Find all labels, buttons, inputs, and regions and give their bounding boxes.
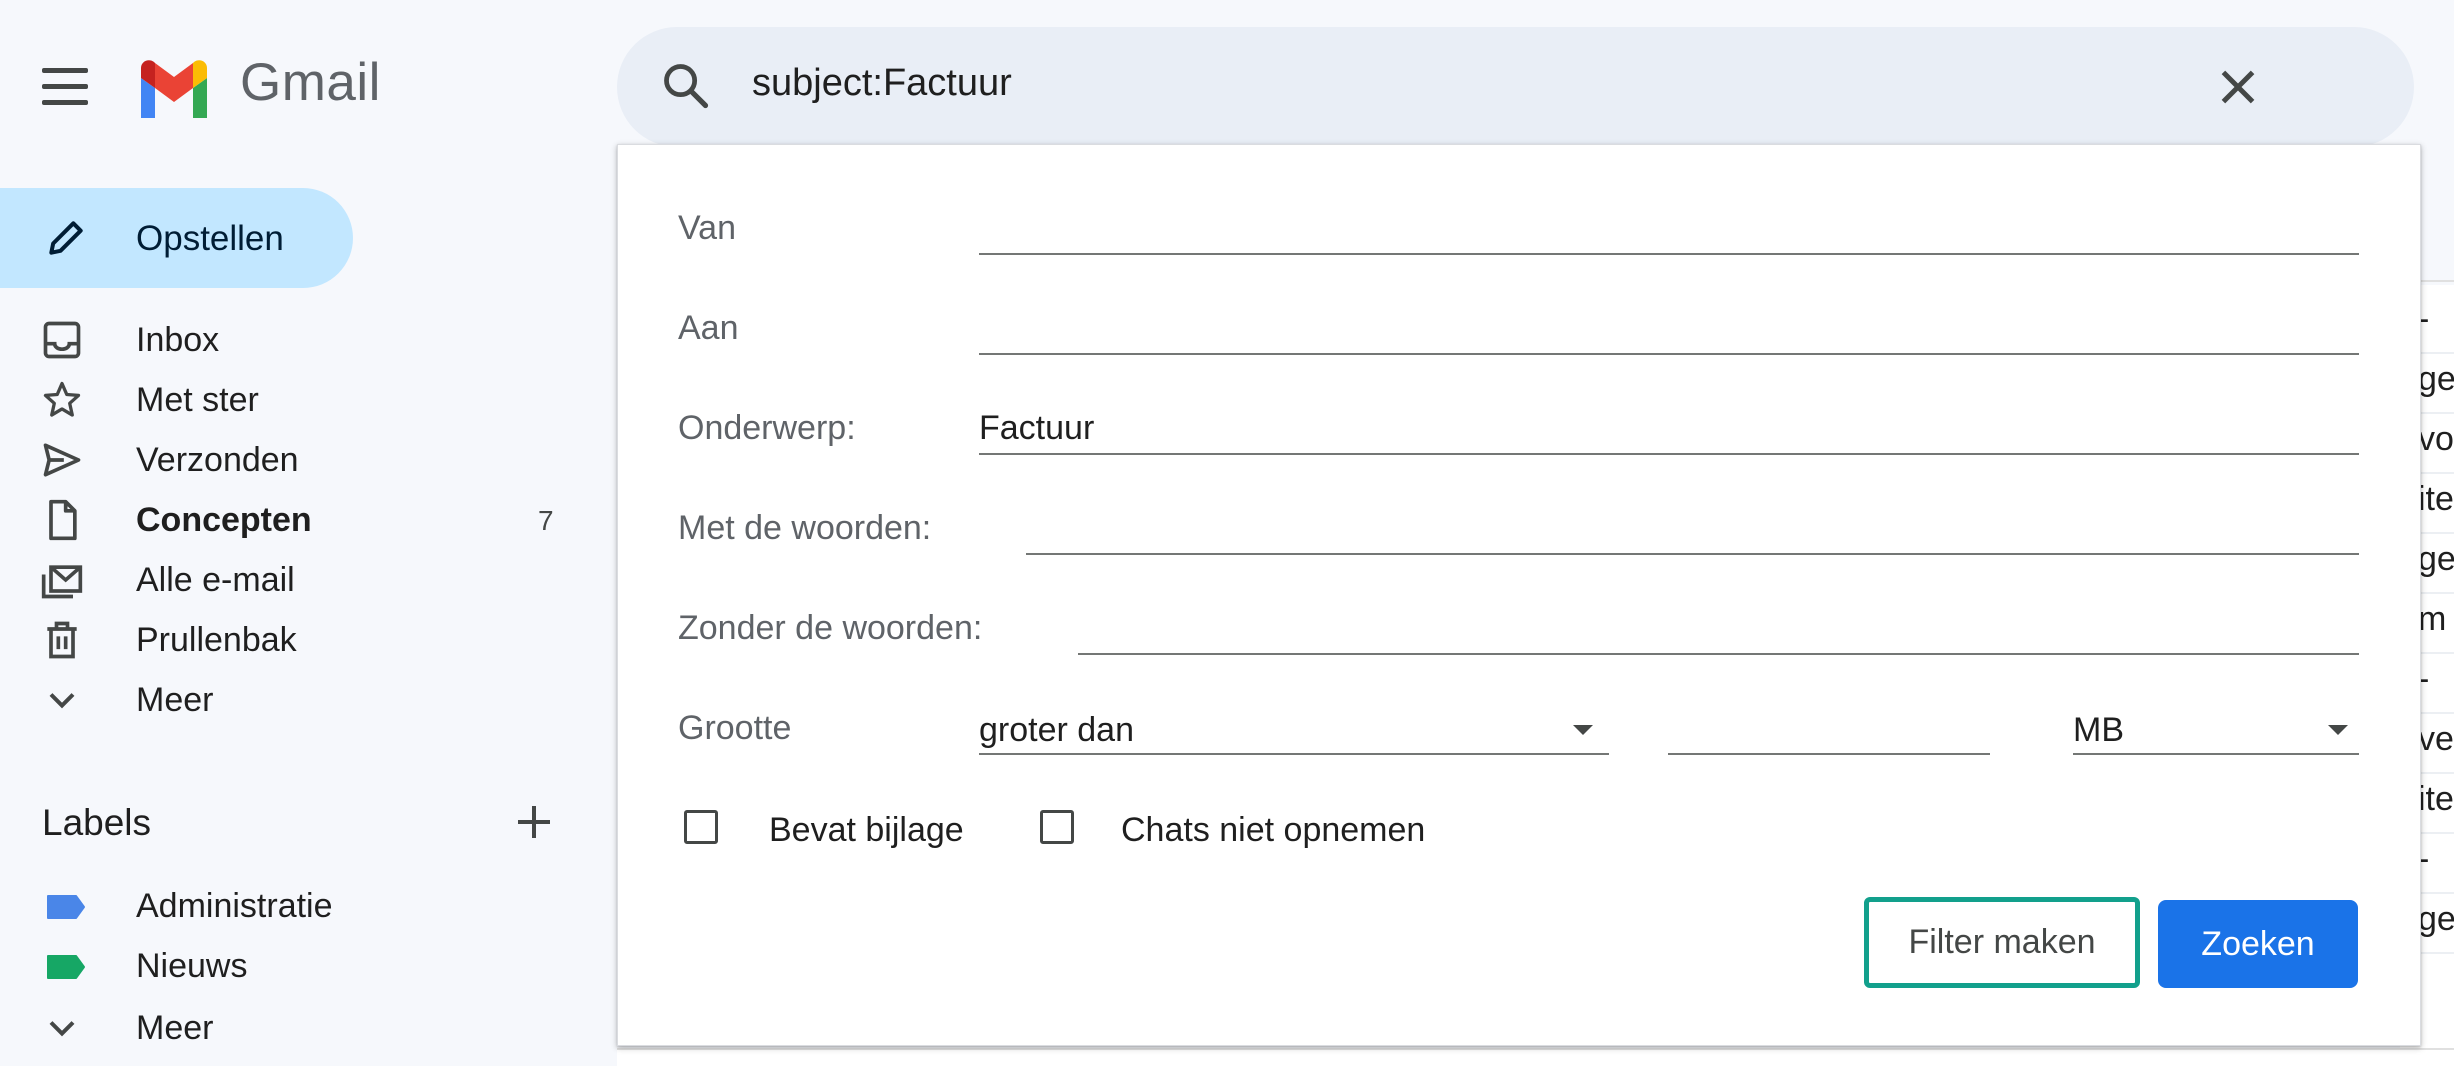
subject-label: Onderwerp: (678, 409, 856, 447)
background-list-row[interactable]: gev (2418, 540, 2454, 579)
chevron-down-icon (49, 1021, 75, 1037)
sidebar-item-more[interactable]: Meer (0, 668, 600, 728)
labels-heading: Labels (42, 802, 152, 843)
background-list-row[interactable]: vo (2418, 420, 2454, 459)
chevron-down-icon (49, 693, 75, 709)
label-item-nieuws[interactable]: Nieuws (0, 934, 600, 994)
label-tag-icon (47, 895, 85, 919)
background-list-row[interactable]: gev (2418, 360, 2454, 399)
sidebar-item-label: Concepten (136, 501, 312, 539)
star-icon (43, 381, 81, 417)
sidebar-item-all-mail[interactable]: Alle e-mail (0, 548, 600, 608)
doesnt-have-field[interactable] (1078, 653, 2359, 655)
has-attachment-label: Bevat bijlage (769, 811, 964, 849)
exclude-chats-label: Chats niet opnemen (1121, 811, 1426, 849)
sidebar-item-label: Meer (136, 681, 214, 719)
menu-icon (42, 68, 88, 73)
size-unit-underline (2073, 753, 2359, 755)
label-tag-icon (47, 955, 85, 979)
size-operator-underline (979, 753, 1609, 755)
has-words-label: Met de woorden: (678, 509, 932, 547)
background-list-row[interactable]: gev (2418, 900, 2454, 939)
search-button[interactable]: Zoeken (2158, 900, 2358, 988)
send-icon (43, 443, 81, 477)
subject-field[interactable]: Factuur (979, 409, 1094, 448)
sidebar-item-label: Prullenbak (136, 621, 297, 659)
sidebar-item-label: Alle e-mail (136, 561, 295, 599)
labels-more[interactable]: Meer (0, 996, 600, 1056)
draft-icon (49, 499, 77, 541)
main-menu-button[interactable] (38, 62, 92, 112)
gmail-wordmark: Gmail (240, 53, 381, 112)
message-list-bottom (617, 1048, 2454, 1066)
size-value-field[interactable] (1668, 753, 1990, 755)
from-label: Van (678, 209, 736, 247)
doesnt-have-label: Zonder de woorden: (678, 609, 983, 647)
label-name: Administratie (136, 887, 333, 925)
sidebar-item-label: Met ster (136, 381, 259, 419)
plus-icon[interactable] (510, 798, 558, 846)
create-filter-button[interactable]: Filter maken (1864, 897, 2140, 988)
sidebar-item-label: Verzonden (136, 441, 299, 479)
all-mail-icon (41, 565, 83, 599)
size-unit-value: MB (2073, 711, 2124, 749)
to-field[interactable] (979, 353, 2359, 355)
gmail-logo-icon (141, 60, 207, 118)
size-label: Grootte (678, 709, 792, 747)
size-operator-value: groter dan (979, 711, 1134, 749)
compose-label: Opstellen (136, 219, 284, 258)
has-words-field[interactable] (1026, 553, 2359, 555)
subject-field-underline (979, 453, 2359, 455)
label-item-administratie[interactable]: Administratie (0, 874, 600, 934)
sidebar-item-starred[interactable]: Met ster (0, 368, 600, 428)
sidebar-item-drafts[interactable]: Concepten 7 (0, 488, 600, 548)
exclude-chats-checkbox[interactable] (1040, 810, 1074, 844)
dropdown-arrow-icon (1573, 725, 1593, 735)
background-list-row[interactable]: ve (2418, 720, 2454, 759)
search-options-dialog: Van Aan Onderwerp: Factuur Met de woorde… (617, 144, 2421, 1046)
search-icon[interactable] (660, 60, 712, 112)
background-list-row[interactable]: ite (2418, 780, 2454, 819)
search-input[interactable]: subject:Factuur (752, 62, 1012, 105)
unread-count: 7 (538, 505, 554, 536)
inbox-icon (43, 321, 81, 359)
sidebar-item-label: Inbox (136, 321, 220, 359)
pencil-icon (49, 221, 83, 255)
label-name: Nieuws (136, 947, 248, 985)
from-field[interactable] (979, 253, 2359, 255)
label-name: Meer (136, 1009, 214, 1047)
dropdown-arrow-icon (2328, 725, 2348, 735)
sidebar-item-trash[interactable]: Prullenbak (0, 608, 600, 668)
background-list-row[interactable]: m u (2418, 600, 2454, 639)
has-attachment-checkbox[interactable] (684, 810, 718, 844)
close-icon[interactable] (2213, 62, 2263, 112)
sidebar-item-inbox[interactable]: Inbox (0, 308, 600, 368)
background-list-row[interactable]: ite (2418, 480, 2454, 519)
sidebar-item-sent[interactable]: Verzonden (0, 428, 600, 488)
to-label: Aan (678, 309, 739, 347)
trash-icon (47, 621, 77, 659)
